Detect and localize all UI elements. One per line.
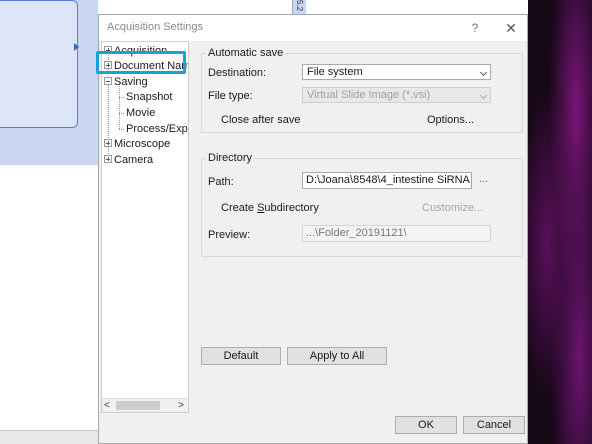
apply-to-all-button[interactable]: Apply to All: [287, 347, 387, 365]
preview-label: Preview:: [208, 229, 251, 241]
path-input[interactable]: D:\Joana\8548\4_intestine SiRNA 40x: [302, 172, 472, 189]
destination-select[interactable]: File system: [302, 64, 491, 80]
tree-item-snapshot[interactable]: Snapshot: [126, 90, 172, 104]
tree-item-microscope[interactable]: Microscope: [104, 137, 170, 151]
tree-item-label: Movie: [126, 107, 156, 119]
expand-icon[interactable]: [104, 46, 112, 54]
dialog-title: Acquisition Settings: [107, 21, 203, 33]
chevron-down-icon: [479, 68, 488, 77]
file-type-select[interactable]: Virtual Slide Image (*.vsi): [302, 87, 491, 103]
tree-item-label: Microscope: [114, 138, 171, 150]
collapse-icon[interactable]: [104, 77, 112, 85]
background-arrow-icon: [74, 43, 79, 51]
tree-item-camera[interactable]: Camera: [104, 153, 153, 167]
tree-item-label: Process/Experiment: [126, 123, 188, 135]
background-card: [0, 0, 78, 128]
tree-item-document-name[interactable]: Document Name: [104, 59, 189, 73]
tree-item-saving[interactable]: Saving: [104, 75, 148, 89]
tree-item-label: Saving: [114, 76, 148, 88]
preview-field: ...\Folder_20191121\: [302, 225, 491, 242]
background-statusbar: [0, 430, 98, 444]
group-title: Automatic save: [206, 47, 286, 59]
expand-icon[interactable]: [104, 139, 112, 147]
tree-connector: [119, 129, 124, 130]
tree-item-process-experiment[interactable]: Process/Experiment: [126, 122, 188, 136]
dialog-titlebar[interactable]: Acquisition Settings ? ✕: [99, 15, 527, 41]
automatic-save-group: Automatic save Destination: File system …: [201, 47, 523, 133]
file-type-label: File type:: [208, 90, 253, 102]
tree-item-label: Snapshot: [126, 91, 173, 103]
help-button[interactable]: ?: [465, 18, 485, 38]
options-button[interactable]: Options...: [427, 114, 474, 126]
tree-item-label: Document Name: [114, 60, 189, 72]
path-label: Path:: [208, 176, 234, 188]
tree-item-label: Acquisition: [114, 45, 168, 57]
destination-label: Destination:: [208, 67, 267, 79]
cancel-button[interactable]: Cancel: [463, 416, 525, 434]
customize-button[interactable]: Customize...: [422, 202, 483, 214]
ok-button[interactable]: OK: [395, 416, 457, 434]
acquisition-settings-dialog: Acquisition Settings ? ✕ Acquisition Doc…: [98, 14, 528, 444]
tree-connector: [119, 82, 120, 129]
create-subdirectory-label-suffix: ubdirectory: [264, 202, 319, 214]
create-subdirectory-checkbox[interactable]: Create Subdirectory: [221, 202, 319, 214]
chevron-down-icon: [479, 91, 488, 100]
tree-item-movie[interactable]: Movie: [126, 106, 155, 120]
settings-tree: Acquisition Document Name Saving Snapsho…: [101, 41, 189, 413]
browse-button[interactable]: ...: [479, 173, 488, 185]
tree-connector: [119, 97, 124, 98]
scrollbar-thumb[interactable]: [116, 401, 160, 410]
background-tab-label: 5.2: [295, 0, 304, 12]
close-after-save-checkbox[interactable]: Close after save: [221, 114, 300, 126]
scroll-left-icon[interactable]: <: [104, 399, 110, 412]
tree-item-acquisition[interactable]: Acquisition: [104, 44, 167, 58]
destination-value: File system: [307, 66, 363, 78]
directory-group: Directory Path: D:\Joana\8548\4_intestin…: [201, 152, 523, 257]
file-type-value: Virtual Slide Image (*.vsi): [307, 89, 431, 101]
close-button[interactable]: ✕: [501, 18, 521, 38]
group-title: Directory: [206, 152, 255, 164]
tree-connector: [119, 113, 124, 114]
fluorescence-image: [528, 0, 592, 444]
expand-icon[interactable]: [104, 155, 112, 163]
create-subdirectory-label-prefix: Create: [221, 202, 258, 214]
expand-icon[interactable]: [104, 61, 112, 69]
tree-horizontal-scrollbar[interactable]: < >: [102, 398, 188, 412]
scroll-right-icon[interactable]: >: [178, 399, 184, 412]
default-button[interactable]: Default: [201, 347, 281, 365]
tree-item-label: Camera: [114, 154, 154, 166]
